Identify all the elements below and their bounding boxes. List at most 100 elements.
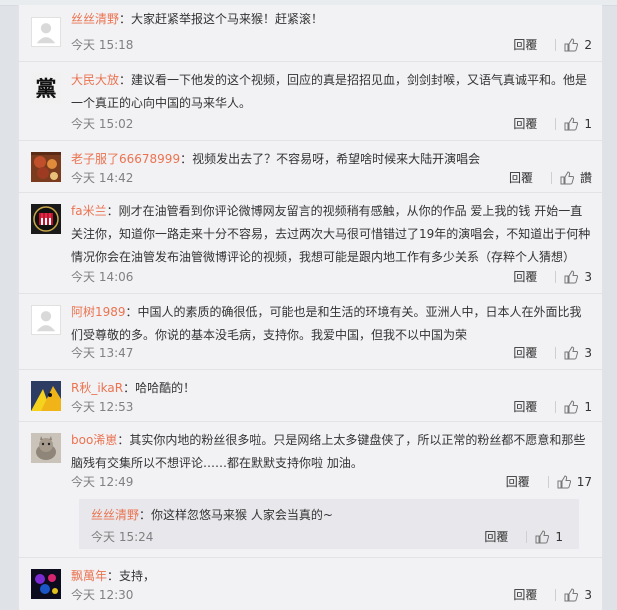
- divider: [555, 347, 557, 359]
- comment-text: 阿树1989：中国人的素质的确很低，可能也是和生活的环境有关。亚洲人中，日本人在…: [71, 301, 592, 347]
- comment-content: ：你这样忽悠马来猴 人家会当真的~: [139, 508, 333, 522]
- like-button[interactable]: 1: [564, 397, 592, 417]
- comment-item: 黨 大民大放：建议看一下他发的这个视频，回应的真是招招见血，剑剑封喉，又语气真诚…: [19, 61, 602, 141]
- divider: [555, 118, 557, 130]
- timestamp: 今天 12:49: [71, 475, 134, 489]
- thumbs-up-icon: [564, 588, 579, 602]
- comment-body: fa米兰：刚才在油管看到你评论微博网友留言的视频稍有感触，从你的作品 爱上我的钱…: [71, 200, 592, 269]
- thumbs-up-icon: [564, 117, 579, 131]
- avatar[interactable]: [31, 204, 61, 234]
- comment-actions: 回覆 1: [484, 527, 563, 547]
- comment-text: boo浠崽：其实你内地的粉丝很多啦。只是网络上太多键盘侠了，所以正常的粉丝都不愿…: [71, 429, 592, 475]
- avatar[interactable]: [31, 569, 61, 599]
- avatar[interactable]: [31, 305, 61, 335]
- username-link[interactable]: 丝丝清野: [91, 508, 139, 522]
- reply-button[interactable]: 回覆: [484, 527, 508, 547]
- timestamp: 今天 12:30: [71, 588, 134, 602]
- divider: [555, 401, 557, 413]
- comment-item: 丝丝清野：大家赶紧举报这个马来猴！赶紧滚！ 今天 15:18 回覆 2: [19, 5, 602, 62]
- reply-button[interactable]: 回覆: [513, 343, 537, 363]
- divider: [555, 271, 557, 283]
- divider: [555, 589, 557, 601]
- svg-text:黨: 黨: [36, 77, 57, 101]
- comment-content: ：建议看一下他发的这个视频，回应的真是招招见血，剑剑封喉，又语气真诚平和。他是一…: [71, 73, 588, 110]
- like-count: 1: [584, 400, 592, 414]
- comment-meta: 今天 14:06 回覆 3: [71, 267, 592, 287]
- divider: [526, 531, 528, 543]
- like-count: 1: [584, 117, 592, 131]
- comment-content: ：视频发出去了？不容易呀，希望啥时候来大陆开演唱会: [180, 152, 481, 166]
- comment-content: ：支持，: [107, 569, 156, 583]
- timestamp: 今天 15:02: [71, 117, 134, 131]
- thumbs-up-icon: [564, 38, 579, 52]
- username-link[interactable]: 丝丝清野: [71, 12, 119, 26]
- comment-content: ：大家赶紧举报这个马来猴！赶紧滚！: [119, 12, 324, 26]
- comment-text: 大民大放：建议看一下他发的这个视频，回应的真是招招见血，剑剑封喉，又语气真诚平和…: [71, 69, 592, 115]
- comment-list: 丝丝清野：大家赶紧举报这个马来猴！赶紧滚！ 今天 15:18 回覆 2 黨 大民…: [18, 5, 602, 610]
- comment-item: 阿树1989：中国人的素质的确很低，可能也是和生活的环境有关。亚洲人中，日本人在…: [19, 293, 602, 370]
- comment-item: fa米兰：刚才在油管看到你评论微博网友留言的视频稍有感触，从你的作品 爱上我的钱…: [19, 192, 602, 294]
- username-link[interactable]: 阿树1989: [71, 305, 126, 319]
- comment-actions: 回覆 讚: [509, 168, 592, 188]
- thumbs-up-icon: [564, 346, 579, 360]
- like-button[interactable]: 3: [564, 267, 592, 287]
- comment-item: R秋_ikaR：哈哈酷的！ 今天 12:53 回覆 1: [19, 369, 602, 422]
- comment-content: ：其实你内地的粉丝很多啦。只是网络上太多键盘侠了，所以正常的粉丝都不愿意和那些脑…: [71, 433, 586, 470]
- reply-button[interactable]: 回覆: [513, 114, 537, 134]
- divider: [555, 39, 557, 51]
- sub-reply-meta: 今天 15:24 回覆 1: [91, 527, 563, 547]
- divider: [550, 172, 552, 184]
- like-count: 讚: [579, 171, 592, 185]
- timestamp: 今天 12:53: [71, 400, 134, 414]
- thumbs-up-icon: [557, 475, 571, 489]
- like-button[interactable]: 1: [535, 527, 563, 547]
- username-link[interactable]: 飘萬年: [71, 569, 107, 583]
- reply-button[interactable]: 回覆: [506, 472, 530, 492]
- comment-actions: 回覆 2: [513, 35, 592, 55]
- thumbs-up-icon: [564, 270, 579, 284]
- like-button[interactable]: 3: [564, 585, 592, 605]
- username-link[interactable]: 大民大放: [71, 73, 119, 87]
- username-link[interactable]: R秋_ikaR: [71, 381, 123, 395]
- comment-meta: 今天 15:02 回覆 1: [71, 114, 592, 134]
- timestamp: 今天 14:06: [71, 270, 134, 284]
- avatar[interactable]: [31, 433, 61, 463]
- comment-text: fa米兰：刚才在油管看到你评论微博网友留言的视频稍有感触，从你的作品 爱上我的钱…: [71, 200, 592, 269]
- reply-button[interactable]: 回覆: [513, 585, 537, 605]
- comment-body: 丝丝清野：大家赶紧举报这个马来猴！赶紧滚！: [71, 8, 592, 31]
- timestamp: 今天 15:24: [91, 530, 154, 544]
- like-button[interactable]: 讚: [560, 168, 592, 188]
- reply-button[interactable]: 回覆: [513, 397, 537, 417]
- avatar[interactable]: [31, 152, 61, 182]
- like-button[interactable]: 2: [564, 35, 592, 55]
- username-link[interactable]: 老子服了66678999: [71, 152, 180, 166]
- comment-actions: 回覆 3: [513, 267, 592, 287]
- comment-meta: 今天 14:42 回覆 讚: [71, 168, 592, 188]
- comment-meta: 今天 15:18 回覆 2: [71, 35, 592, 55]
- like-button[interactable]: 3: [564, 343, 592, 363]
- avatar[interactable]: [31, 17, 61, 47]
- like-button[interactable]: 17: [557, 472, 592, 492]
- avatar[interactable]: [31, 381, 61, 411]
- like-button[interactable]: 1: [564, 114, 592, 134]
- comment-body: 阿树1989：中国人的素质的确很低，可能也是和生活的环境有关。亚洲人中，日本人在…: [71, 301, 592, 347]
- sub-reply-text: 丝丝清野：你这样忽悠马来猴 人家会当真的~: [91, 505, 333, 525]
- comment-item: 老子服了66678999：视频发出去了？不容易呀，希望啥时候来大陆开演唱会 今天…: [19, 140, 602, 193]
- timestamp: 今天 13:47: [71, 346, 134, 360]
- comment-content: ：中国人的素质的确很低，可能也是和生活的环境有关。亚洲人中，日本人在外面比我们受…: [71, 305, 582, 342]
- comment-meta: 今天 12:53 回覆 1: [71, 397, 592, 417]
- comment-item: 飘萬年：支持， 今天 12:30 回覆 3: [19, 557, 602, 610]
- username-link[interactable]: boo浠崽: [71, 433, 117, 447]
- reply-button[interactable]: 回覆: [509, 168, 533, 188]
- thumbs-up-icon: [535, 530, 550, 544]
- comment-content: ：哈哈酷的！: [123, 381, 196, 395]
- reply-button[interactable]: 回覆: [513, 267, 537, 287]
- comment-body: boo浠崽：其实你内地的粉丝很多啦。只是网络上太多键盘侠了，所以正常的粉丝都不愿…: [71, 429, 592, 475]
- reply-button[interactable]: 回覆: [513, 35, 537, 55]
- username-link[interactable]: fa米兰: [71, 204, 107, 218]
- avatar[interactable]: 黨: [31, 73, 61, 103]
- divider: [547, 476, 549, 488]
- comment-meta: 今天 13:47 回覆 3: [71, 343, 592, 363]
- comment-actions: 回覆 3: [513, 343, 592, 363]
- thumbs-up-icon: [560, 171, 574, 185]
